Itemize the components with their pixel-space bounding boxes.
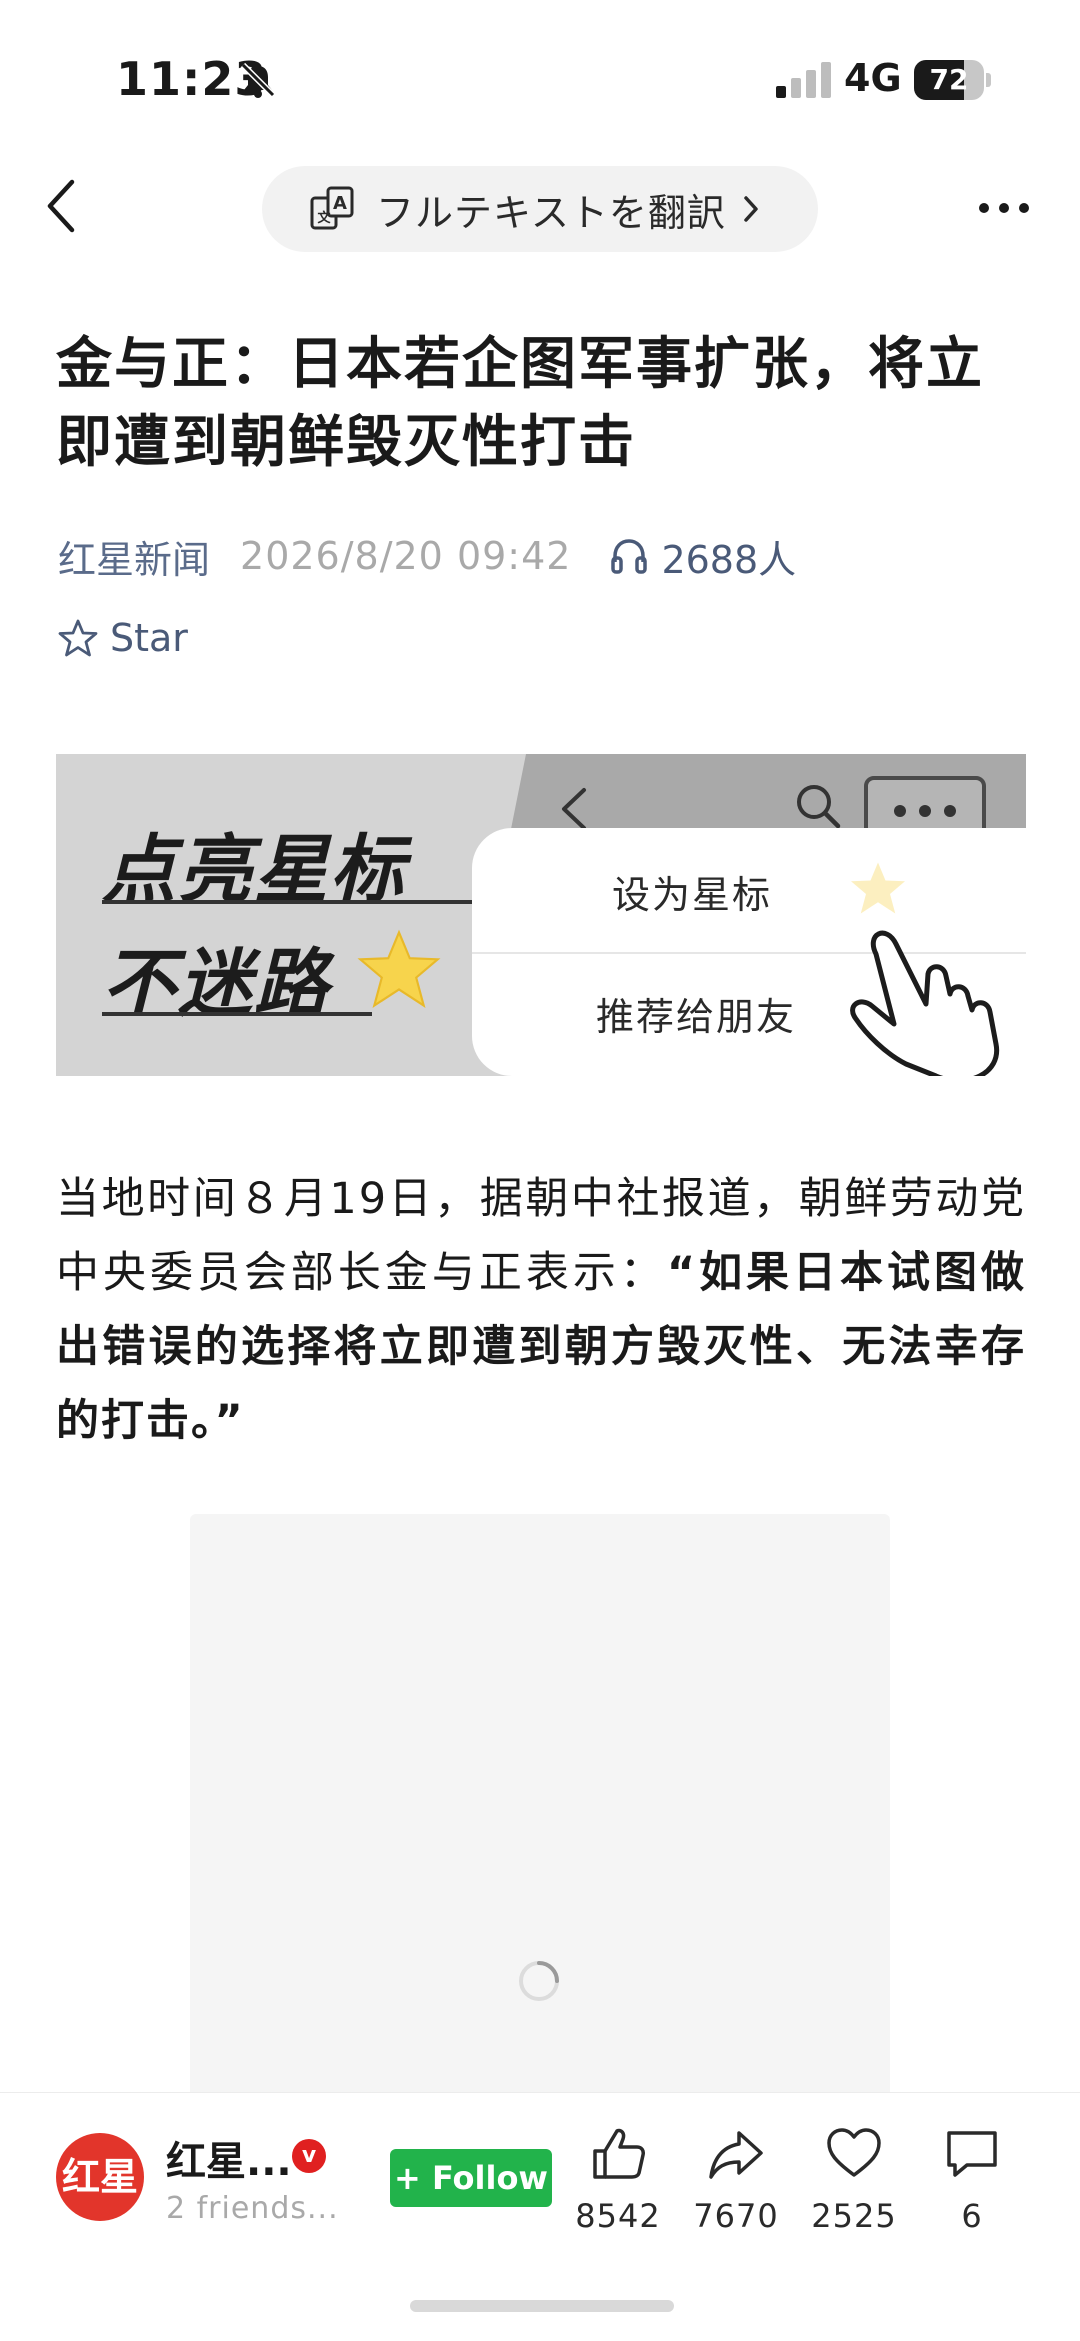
battery-icon: 72 <box>914 60 991 100</box>
translate-label: フルテキストを翻訳 <box>376 190 726 235</box>
star-outline-icon <box>58 619 98 657</box>
headphone-icon <box>611 539 648 574</box>
author-friends: 2 friends... <box>166 2191 339 2226</box>
home-indicator[interactable] <box>410 2300 674 2312</box>
article-paragraph: 当地时间８月19日，据朝中社报道，朝鲜劳动党中央委员会部长金与正表示：“如果日本… <box>56 1162 1026 1458</box>
star-icon <box>851 862 905 914</box>
more-button[interactable] <box>976 196 1032 220</box>
status-bar: 11:23 4G 72 <box>0 0 1080 150</box>
thumbs-up-icon <box>593 2128 645 2179</box>
favorite-button[interactable]: 2525 <box>794 2125 914 2255</box>
listener-count: 2688人 <box>661 537 797 582</box>
back-button[interactable] <box>38 176 88 236</box>
share-button[interactable]: 7670 <box>676 2125 796 2255</box>
chevron-right-icon <box>744 196 758 222</box>
svg-text:A: A <box>333 193 347 214</box>
translate-icon: A 文 <box>310 186 354 230</box>
avatar[interactable]: 红星 <box>56 2133 144 2221</box>
verified-badge: v <box>292 2139 326 2173</box>
publish-date: 2026/8/20 09:42 <box>240 534 572 578</box>
bell-off-icon <box>240 62 276 98</box>
comment-icon <box>947 2131 997 2177</box>
article-title: 金与正：日本若企图军事扩张，将立即遭到朝鲜毁灭性打击 <box>56 332 984 475</box>
svg-text:文: 文 <box>317 210 331 226</box>
author-name[interactable]: 红星... <box>166 2129 292 2187</box>
signal-icon <box>776 62 831 98</box>
article-meta: 红星新闻 2026/8/20 09:42 2688人 <box>58 528 796 584</box>
chevron-left-icon <box>562 788 586 830</box>
follow-button[interactable]: + Follow <box>390 2149 552 2207</box>
heart-icon <box>827 2128 881 2177</box>
favorite-count: 2525 <box>811 2197 897 2235</box>
star-icon <box>357 929 441 1008</box>
comment-count: 6 <box>961 2197 983 2235</box>
pointing-hand-icon <box>850 930 1000 1076</box>
listen-button[interactable]: 2688人 <box>609 529 796 584</box>
comment-button[interactable]: 6 <box>912 2125 1032 2255</box>
source-link[interactable]: 红星新闻 <box>58 529 210 584</box>
like-button[interactable]: 8542 <box>558 2125 678 2255</box>
star-label: Star <box>110 616 188 660</box>
share-icon <box>709 2131 763 2179</box>
translate-button[interactable]: A 文 フルテキストを翻訳 <box>262 166 818 252</box>
share-count: 7670 <box>693 2197 779 2235</box>
star-promo-banner: 点亮星标 不迷路 设为星标 推荐给朋友 <box>56 754 1026 1076</box>
star-button[interactable]: Star <box>58 614 188 662</box>
banner-menu-recommend: 推荐给朋友 <box>596 995 797 1039</box>
network-type: 4G <box>844 56 902 100</box>
battery-level: 72 <box>929 63 969 96</box>
search-icon <box>797 785 841 829</box>
like-count: 8542 <box>575 2197 661 2235</box>
loading-spinner-icon <box>519 1961 559 2001</box>
banner-menu-star: 设为星标 <box>612 873 773 917</box>
